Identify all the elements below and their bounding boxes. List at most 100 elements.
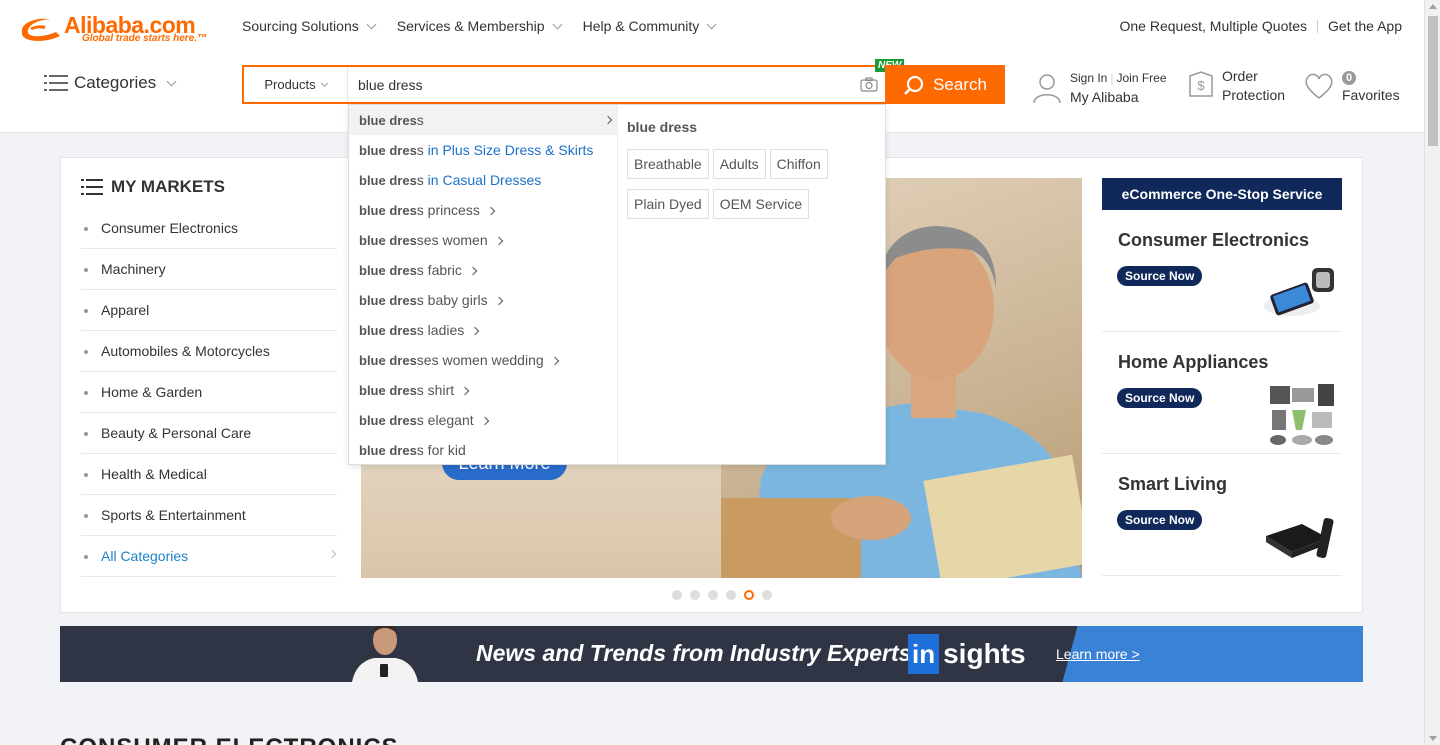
suggestion-item[interactable]: blue dress elegant <box>349 405 617 435</box>
chevron-right-icon <box>471 326 480 336</box>
protection-label: Protection <box>1222 87 1286 103</box>
scroll-down-icon[interactable] <box>1429 736 1437 741</box>
attributes-title: blue dress <box>627 119 698 135</box>
carousel-dot[interactable] <box>726 590 736 600</box>
scroll-up-icon[interactable] <box>1429 4 1437 9</box>
source-now-button[interactable]: Source Now <box>1117 266 1203 286</box>
chevron-right-icon <box>494 236 503 246</box>
carousel-dot-active[interactable] <box>744 590 754 600</box>
attribute-tag[interactable]: Chiffon <box>769 149 828 179</box>
market-consumer-electronics[interactable]: Consumer Electronics <box>81 208 337 249</box>
user-text: Sign In | Join Free My Alibaba <box>1070 69 1167 107</box>
get-app-link[interactable]: Get the App <box>1328 18 1402 34</box>
page-scrollbar[interactable] <box>1424 0 1440 745</box>
search-type-label: Products <box>264 77 316 92</box>
categories-menu[interactable]: Categories <box>44 73 177 93</box>
chevron-right-icon <box>603 115 613 125</box>
search-suggestions-dropdown: blue dress blue dress in Plus Size Dress… <box>348 104 886 465</box>
attribute-tag[interactable]: Breathable <box>627 149 709 179</box>
nav-label: Sourcing Solutions <box>242 18 359 34</box>
market-sports-entertainment[interactable]: Sports & Entertainment <box>81 495 337 536</box>
chevron-right-icon <box>460 386 470 396</box>
suggestion-query: blue dres <box>359 353 417 368</box>
insights-learn-more-link[interactable]: Learn more > <box>1056 646 1140 662</box>
suggestion-query: blue dres <box>359 203 417 218</box>
ecom-cell-smart-living[interactable]: Smart Living Source Now <box>1102 454 1342 576</box>
market-beauty-personal-care[interactable]: Beauty & Personal Care <box>81 413 337 454</box>
market-health-medical[interactable]: Health & Medical <box>81 454 337 495</box>
attribute-tag[interactable]: Adults <box>712 149 766 179</box>
suggestion-item[interactable]: blue dresses women <box>349 225 617 255</box>
top-right-links: One Request, Multiple Quotes Get the App <box>1120 18 1403 34</box>
suggestion-query: blue dres <box>359 263 417 278</box>
phone-charger-image <box>1264 268 1334 316</box>
my-markets: MY MARKETS Consumer Electronics Machiner… <box>81 176 337 577</box>
market-all-categories[interactable]: All Categories <box>81 536 337 577</box>
market-home-garden[interactable]: Home & Garden <box>81 372 337 413</box>
my-alibaba-link[interactable]: My Alibaba <box>1070 88 1167 107</box>
suggestion-item[interactable]: blue dress fabric <box>349 255 617 285</box>
all-categories-label: All Categories <box>101 548 189 564</box>
attribute-tag[interactable]: OEM Service <box>712 189 810 219</box>
menu-icon <box>44 75 68 91</box>
favorites[interactable]: 0 Favorites <box>1302 67 1400 105</box>
attribute-tag[interactable]: Plain Dyed <box>627 189 709 219</box>
carousel-dot[interactable] <box>708 590 718 600</box>
ecom-cell-consumer-electronics[interactable]: Consumer Electronics Source Now <box>1102 210 1342 332</box>
chevron-down-icon <box>320 79 328 87</box>
carousel-dot[interactable] <box>672 590 682 600</box>
nav-services-membership[interactable]: Services & Membership <box>397 18 563 34</box>
alibaba-logo[interactable]: Alibaba.com Global trade starts here.™ <box>16 12 216 46</box>
camera-icon[interactable] <box>860 77 878 92</box>
suggestion-rest: s princess <box>416 202 480 218</box>
suggestion-list: blue dress blue dress in Plus Size Dress… <box>349 105 618 464</box>
carousel-dot[interactable] <box>762 590 772 600</box>
nav-help-community[interactable]: Help & Community <box>582 18 717 34</box>
join-free-link[interactable]: Join Free <box>1116 71 1166 85</box>
markets-list: Consumer Electronics Machinery Apparel A… <box>81 208 337 577</box>
multiple-quotes-link[interactable]: One Request, Multiple Quotes <box>1120 18 1308 34</box>
carousel-dot[interactable] <box>690 590 700 600</box>
suggestion-rest: s <box>416 142 424 158</box>
sign-in-link[interactable]: Sign In <box>1070 71 1107 85</box>
suggestion-item[interactable]: blue dresses women wedding <box>349 345 617 375</box>
suggestion-rest: s elegant <box>416 412 474 428</box>
ecom-cell-home-appliances[interactable]: Home Appliances Source Now <box>1102 332 1342 454</box>
order-protection[interactable]: $ Order Protection <box>1186 67 1285 105</box>
suggestion-item[interactable]: blue dress princess <box>349 195 617 225</box>
search-type-select[interactable]: Products <box>244 67 348 102</box>
market-apparel[interactable]: Apparel <box>81 290 337 331</box>
scroll-thumb[interactable] <box>1428 16 1438 146</box>
svg-text:$: $ <box>1197 78 1205 93</box>
suggestion-item[interactable]: blue dress ladies <box>349 315 617 345</box>
search-input[interactable] <box>348 67 848 102</box>
search-button[interactable]: Search <box>885 65 1005 104</box>
suggestion-item[interactable]: blue dress <box>349 105 617 135</box>
chevron-down-icon <box>706 19 717 29</box>
suggestion-query: blue dres <box>359 173 417 188</box>
suggestion-category: in Plus Size Dress & Skirts <box>423 142 594 158</box>
source-now-button[interactable]: Source Now <box>1117 388 1203 408</box>
user-account[interactable]: Sign In | Join Free My Alibaba <box>1032 69 1167 107</box>
suggestion-query: blue dres <box>359 143 417 158</box>
suggestion-item[interactable]: blue dress shirt <box>349 375 617 405</box>
insights-person-image <box>352 626 418 682</box>
favorites-label: Favorites <box>1342 87 1400 103</box>
insights-banner[interactable]: News and Trends from Industry Experts in… <box>60 626 1363 682</box>
suggestion-item[interactable]: blue dress baby girls <box>349 285 617 315</box>
categories-label: Categories <box>74 73 157 92</box>
list-icon <box>81 179 103 195</box>
suggestion-attributes: blue dress Breathable Adults Chiffon Pla… <box>627 119 877 219</box>
source-now-button[interactable]: Source Now <box>1117 510 1203 530</box>
nav-sourcing-solutions[interactable]: Sourcing Solutions <box>242 18 377 34</box>
market-automobiles-motorcycles[interactable]: Automobiles & Motorcycles <box>81 331 337 372</box>
chevron-down-icon <box>366 19 377 29</box>
suggestion-rest: s baby girls <box>416 292 488 308</box>
nav-label: Help & Community <box>582 18 700 34</box>
market-machinery[interactable]: Machinery <box>81 249 337 290</box>
shield-dollar-icon: $ <box>1189 71 1213 97</box>
suggestion-item[interactable]: blue dress in Plus Size Dress & Skirts <box>349 135 617 165</box>
suggestion-item[interactable]: blue dress for kid <box>349 435 617 465</box>
my-markets-title: MY MARKETS <box>81 176 337 198</box>
suggestion-item[interactable]: blue dress in Casual Dresses <box>349 165 617 195</box>
